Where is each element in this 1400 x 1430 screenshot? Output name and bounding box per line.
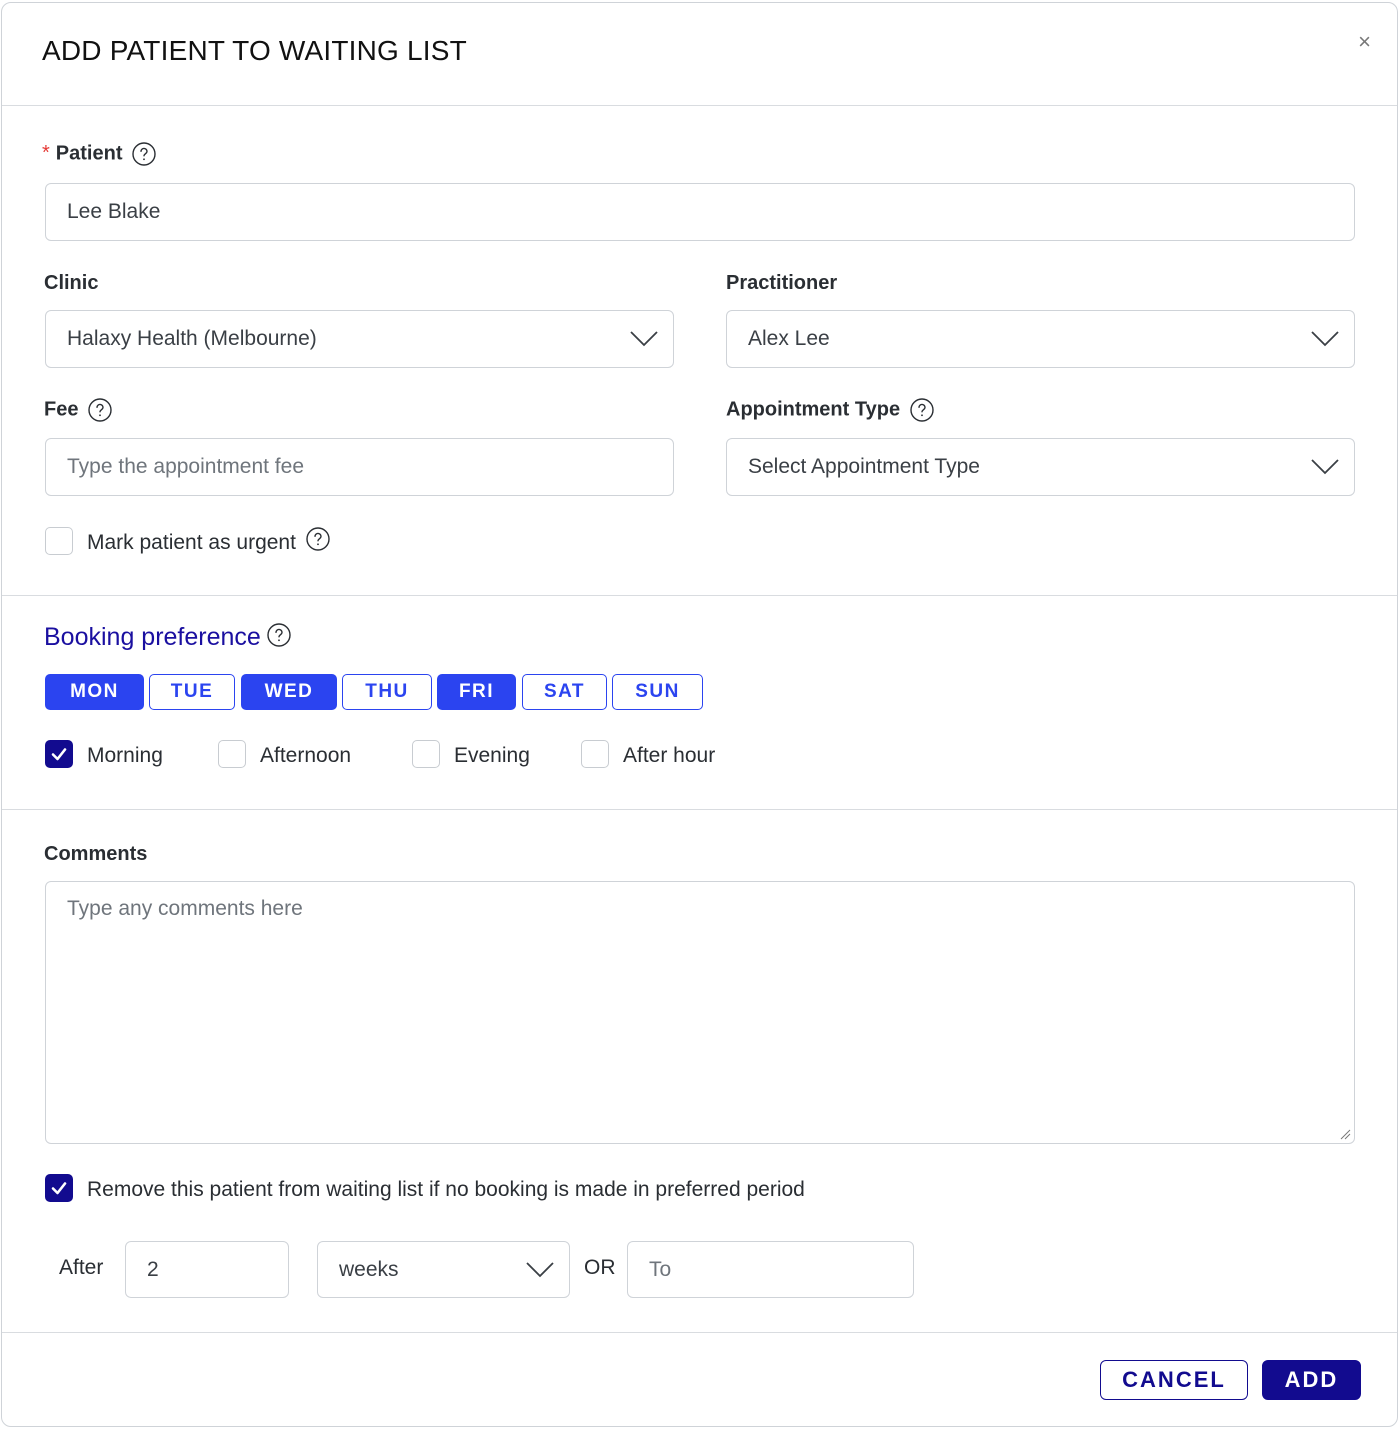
after-label: After bbox=[59, 1256, 104, 1279]
section-divider bbox=[2, 809, 1397, 810]
day-toggle-mon[interactable]: MON bbox=[45, 674, 144, 710]
morning-label: Morning bbox=[87, 744, 163, 767]
day-toggle-sun[interactable]: SUN bbox=[612, 674, 703, 710]
day-toggle-thu[interactable]: THU bbox=[342, 674, 432, 710]
day-toggle-sat[interactable]: SAT bbox=[522, 674, 607, 710]
day-toggle-tue[interactable]: TUE bbox=[149, 674, 235, 710]
evening-checkbox[interactable] bbox=[412, 740, 440, 768]
question-circle-icon[interactable] bbox=[267, 623, 291, 648]
afternoon-checkbox[interactable] bbox=[218, 740, 246, 768]
resize-handle-icon[interactable] bbox=[1339, 1128, 1351, 1140]
dialog-header: ADD PATIENT TO WAITING LIST × bbox=[2, 3, 1397, 106]
cancel-button[interactable]: CANCEL bbox=[1100, 1360, 1248, 1400]
chevron-down-icon bbox=[1310, 455, 1340, 477]
fee-label-text: Fee bbox=[44, 398, 79, 421]
comments-textarea[interactable]: Type any comments here bbox=[45, 881, 1355, 1144]
question-circle-icon[interactable] bbox=[910, 398, 934, 422]
patient-value: Lee Blake bbox=[67, 200, 161, 223]
appointment-type-select[interactable]: Select Appointment Type bbox=[726, 438, 1355, 496]
or-label: OR bbox=[584, 1256, 616, 1279]
check-icon bbox=[51, 748, 67, 761]
after-hour-label: After hour bbox=[623, 744, 716, 767]
patient-label-text: Patient bbox=[55, 142, 123, 165]
remove-after-period-label: Remove this patient from waiting list if… bbox=[87, 1178, 805, 1201]
urgent-label: Mark patient as urgent bbox=[87, 527, 330, 555]
remove-after-period-checkbox[interactable] bbox=[45, 1174, 73, 1202]
question-circle-icon[interactable] bbox=[306, 527, 330, 552]
dialog-title: ADD PATIENT TO WAITING LIST bbox=[42, 35, 467, 66]
chevron-down-icon bbox=[629, 327, 659, 349]
practitioner-label: Practitioner bbox=[726, 272, 838, 294]
period-number-input[interactable]: 2 bbox=[125, 1241, 289, 1298]
afternoon-label: Afternoon bbox=[260, 744, 352, 767]
question-circle-icon[interactable] bbox=[88, 398, 113, 422]
fee-placeholder: Type the appointment fee bbox=[67, 455, 304, 478]
practitioner-select[interactable]: Alex Lee bbox=[726, 310, 1355, 368]
appointment-type-placeholder: Select Appointment Type bbox=[748, 455, 980, 478]
question-circle-icon[interactable] bbox=[132, 142, 157, 166]
appointment-type-label: Appointment Type bbox=[726, 398, 934, 422]
period-unit-select[interactable]: weeks bbox=[317, 1241, 570, 1298]
urgent-label-text: Mark patient as urgent bbox=[87, 531, 296, 554]
booking-preference-title: Booking preference bbox=[44, 623, 291, 652]
fee-input[interactable]: Type the appointment fee bbox=[45, 438, 674, 496]
chevron-down-icon bbox=[1310, 327, 1340, 349]
waiting-list-dialog: ADD PATIENT TO WAITING LIST × * Patient L… bbox=[1, 2, 1398, 1427]
to-date-placeholder: To bbox=[649, 1258, 672, 1281]
required-marker: * bbox=[42, 142, 50, 165]
morning-checkbox[interactable] bbox=[45, 740, 73, 768]
after-hour-checkbox[interactable] bbox=[581, 740, 609, 768]
period-number-value: 2 bbox=[147, 1258, 159, 1281]
practitioner-value: Alex Lee bbox=[748, 327, 830, 350]
clinic-value: Halaxy Health (Melbourne) bbox=[67, 327, 317, 350]
close-icon[interactable]: × bbox=[1358, 31, 1371, 53]
patient-label: * Patient bbox=[42, 142, 157, 166]
period-unit-value: weeks bbox=[339, 1258, 399, 1281]
add-button[interactable]: ADD bbox=[1262, 1360, 1361, 1400]
evening-label: Evening bbox=[454, 744, 530, 767]
urgent-checkbox[interactable] bbox=[45, 527, 73, 555]
patient-field[interactable]: Lee Blake bbox=[45, 183, 1355, 241]
chevron-down-icon bbox=[525, 1258, 555, 1280]
booking-preference-text: Booking preference bbox=[44, 623, 261, 651]
check-icon bbox=[51, 1182, 67, 1195]
section-divider bbox=[2, 595, 1397, 596]
day-toggle-wed[interactable]: WED bbox=[241, 674, 337, 710]
clinic-label: Clinic bbox=[44, 272, 99, 294]
comments-label: Comments bbox=[44, 843, 148, 865]
to-date-input[interactable]: To bbox=[627, 1241, 914, 1298]
appointment-type-label-text: Appointment Type bbox=[726, 398, 901, 421]
fee-label: Fee bbox=[44, 398, 113, 422]
footer-divider bbox=[2, 1332, 1397, 1333]
comments-placeholder: Type any comments here bbox=[67, 897, 303, 920]
day-toggle-fri[interactable]: FRI bbox=[437, 674, 516, 710]
clinic-select[interactable]: Halaxy Health (Melbourne) bbox=[45, 310, 674, 368]
